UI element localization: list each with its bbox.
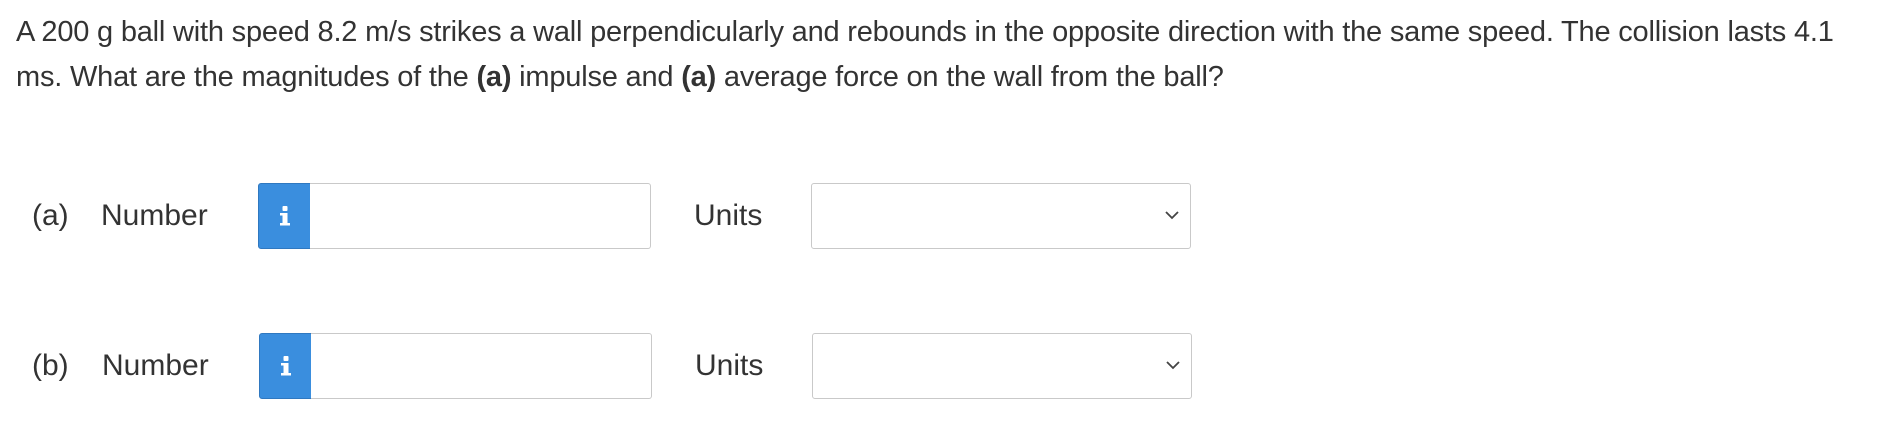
units-label: Units [695,349,764,382]
answer-row-b: (b) Number Units [0,333,1884,399]
chevron-down-icon [1166,361,1180,370]
question-text: A 200 g ball with speed 8.2 m/s strikes … [16,10,1876,100]
question-text-part: impulse and [511,61,682,93]
units-select[interactable] [812,333,1192,399]
units-label: Units [694,199,763,232]
number-label: Number [101,199,208,232]
number-input[interactable] [310,183,651,249]
info-button[interactable] [259,333,312,399]
question-part-marker-b: (a) [681,61,717,93]
answer-row-a: (a) Number Units [0,183,1884,249]
info-button[interactable] [258,183,311,249]
question-part-marker-a: (a) [476,61,512,93]
question-text-part: average force on the wall from the ball? [716,61,1224,93]
number-label: Number [102,349,209,382]
part-label: (b) [32,349,69,382]
chevron-down-icon [1165,211,1179,220]
number-input[interactable] [311,333,652,399]
units-select[interactable] [811,183,1191,249]
part-label: (a) [32,199,69,232]
info-icon [280,356,291,376]
info-icon [279,206,290,226]
